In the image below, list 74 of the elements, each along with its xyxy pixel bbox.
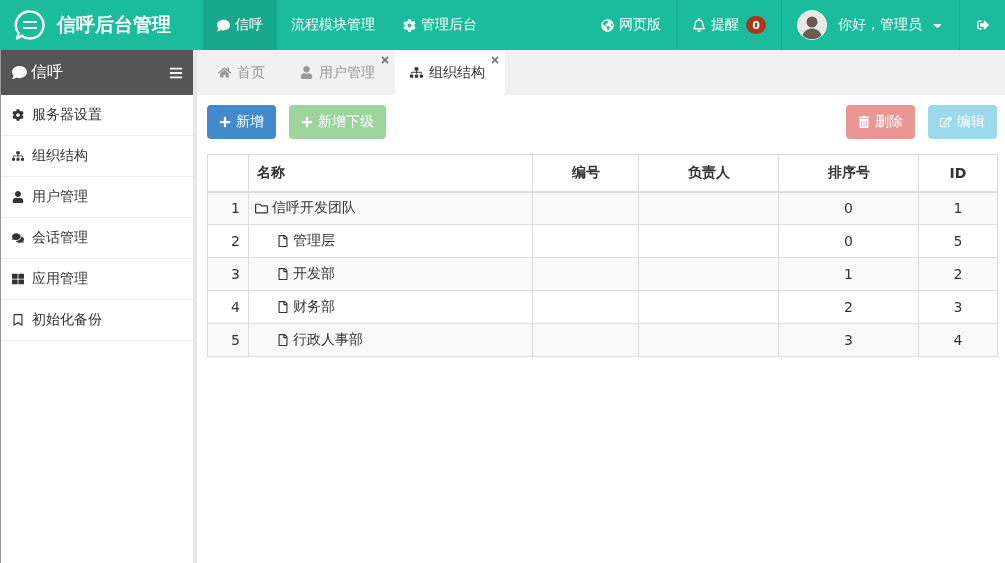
folder-icon: [255, 201, 268, 215]
file-icon: [277, 268, 289, 280]
sidebar-item[interactable]: 初始化备份: [1, 300, 193, 341]
plus-icon: [219, 116, 231, 128]
tab[interactable]: 组织结构: [395, 50, 505, 95]
column-header: 排序号: [778, 154, 919, 192]
bookmark-icon: [12, 314, 24, 326]
node-name: 信呼开发团队: [272, 199, 356, 218]
app-title: 信呼后台管理: [57, 12, 171, 37]
sidebar-item[interactable]: 用户管理: [1, 177, 193, 218]
avatar-icon: [797, 10, 827, 40]
menu-button[interactable]: [169, 65, 183, 80]
plus-icon: [301, 116, 313, 128]
row-number: 1: [207, 191, 249, 225]
close-button[interactable]: [380, 55, 390, 65]
sidebar-title: 信呼: [31, 62, 64, 83]
add-button[interactable]: 新增: [207, 105, 276, 139]
greeting-text: 你好，管理员: [838, 16, 922, 34]
row-number: 2: [207, 224, 249, 258]
grid-icon: [12, 273, 24, 285]
logout-icon: [977, 19, 989, 31]
table-row[interactable]: 5 行政人事部 3 4: [207, 323, 998, 357]
file-icon: [277, 235, 289, 247]
table-cell: 0: [778, 224, 919, 258]
count-badge: 0: [746, 16, 766, 34]
row-number: 5: [207, 323, 249, 357]
table-cell: 2: [918, 257, 998, 291]
sidebar-item[interactable]: 服务器设置: [1, 95, 193, 136]
file-icon: [277, 334, 289, 346]
close-button[interactable]: [490, 55, 500, 65]
comments-icon: [12, 232, 24, 244]
table-row[interactable]: 3 开发部 1 2: [207, 257, 998, 291]
table-cell: 3: [918, 290, 998, 324]
comment-icon: [217, 18, 230, 32]
column-header: 名称: [248, 154, 533, 192]
sidebar-item[interactable]: 组织结构: [1, 136, 193, 177]
globe-icon: [601, 18, 614, 32]
sitemap-icon: [12, 150, 24, 162]
node-name: 财务部: [293, 298, 335, 316]
table-cell: 5: [918, 224, 998, 258]
table-cell: 3: [778, 323, 919, 357]
user-icon: [300, 66, 313, 79]
table-cell: 0: [778, 191, 919, 225]
node-name: 管理层: [293, 232, 335, 250]
table-cell: 4: [918, 323, 998, 357]
sitemap-icon: [410, 66, 423, 79]
bell-icon: [692, 18, 706, 32]
chat-bubble-logo-icon: [14, 9, 46, 41]
gear-icon: [12, 109, 24, 121]
column-header: ID: [918, 154, 998, 192]
table-row[interactable]: 1 信呼开发团队 0 1: [207, 191, 998, 225]
edit-icon: [940, 116, 952, 128]
menu-icon: [169, 65, 183, 80]
user-icon: [12, 191, 24, 203]
table-row[interactable]: 4 财务部 2 3: [207, 290, 998, 324]
close-icon: [380, 55, 390, 65]
table-cell: 1: [778, 257, 919, 291]
column-header: 编号: [532, 154, 639, 192]
column-header: 负责人: [638, 154, 779, 192]
row-number: 3: [207, 257, 249, 291]
node-name: 开发部: [293, 265, 335, 283]
file-icon: [277, 301, 289, 313]
table-cell: 1: [918, 191, 998, 225]
table-cell: 2: [778, 290, 919, 324]
trash-icon: [858, 116, 870, 128]
sidebar-item[interactable]: 应用管理: [1, 259, 193, 300]
close-icon: [490, 55, 500, 65]
home-icon: [218, 66, 231, 79]
node-name: 行政人事部: [293, 331, 363, 349]
row-number: 4: [207, 290, 249, 324]
table-row[interactable]: 2 管理层 0 5: [207, 224, 998, 258]
gear-icon: [403, 18, 416, 32]
sidebar-item[interactable]: 会话管理: [1, 218, 193, 259]
comment-icon: [12, 65, 27, 80]
